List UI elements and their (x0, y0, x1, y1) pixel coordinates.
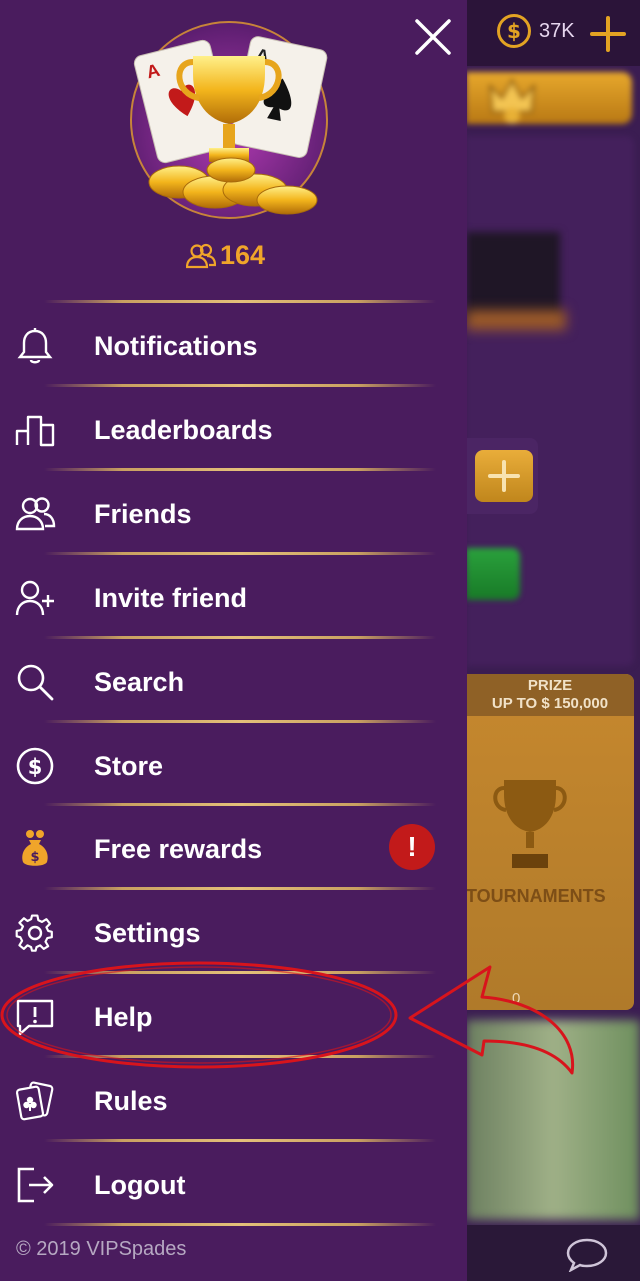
menu-item-leaderboards[interactable]: Leaderboards (0, 388, 467, 472)
blurred-image (466, 232, 560, 322)
money-bag-icon: $ (22, 830, 48, 866)
prize-amount: UP TO $ 150,000 (491, 695, 609, 712)
menu-item-help[interactable]: Help (0, 975, 467, 1059)
tournament-players-count: 0 (512, 990, 521, 1007)
coin-balance[interactable]: $ 37K (497, 14, 575, 48)
prize-header: PRIZE UP TO $ 150,000 (466, 674, 634, 716)
menu-label: Settings (94, 917, 201, 948)
svg-text:$: $ (30, 850, 39, 865)
cards-icon (15, 1081, 54, 1121)
prize-label: PRIZE (527, 677, 573, 694)
add-user-icon (15, 580, 54, 616)
plus-button[interactable] (475, 450, 533, 502)
green-button[interactable] (466, 548, 520, 600)
menu-item-notifications[interactable]: Notifications (0, 304, 467, 388)
search-icon (17, 664, 54, 701)
menu-label: Help (94, 1001, 153, 1032)
chat-icon[interactable] (566, 1238, 608, 1272)
tournaments-label: TOURNAMENTS (466, 886, 606, 906)
menu-item-settings[interactable]: Settings (0, 891, 467, 975)
svg-text:$: $ (28, 755, 43, 779)
tournaments-card[interactable]: PRIZE UP TO $ 150,000 TOURNAMENTS 0 (466, 674, 634, 1010)
trophy-icon (493, 780, 567, 868)
menu-label: Rules (94, 1085, 168, 1116)
menu-label: Friends (94, 498, 192, 529)
feedback-icon (16, 999, 54, 1036)
logout-icon (17, 1167, 54, 1203)
friends-icon (15, 497, 56, 531)
menu-item-search[interactable]: Search (0, 640, 467, 724)
menu-item-rules[interactable]: Rules (0, 1059, 467, 1143)
friends-icon (186, 243, 216, 268)
side-drawer: A A 164 Notifications Leaderboards Frien… (0, 0, 467, 1281)
copyright-text: © 2019 VIPSpades (16, 1238, 187, 1260)
menu-item-logout[interactable]: Logout (0, 1143, 467, 1227)
menu-label: Search (94, 666, 185, 697)
dollar-coin-icon: $ (16, 747, 54, 785)
coin-amount: 37K (539, 19, 575, 42)
plus-icon (488, 460, 520, 492)
friends-counter: 164 (186, 240, 265, 271)
friends-count-value: 164 (220, 240, 266, 270)
coin-icon: $ (497, 14, 531, 48)
menu-label: Store (94, 750, 164, 781)
add-coins-button[interactable] (590, 16, 626, 52)
divider (44, 300, 436, 303)
leaderboard-icon (15, 415, 55, 447)
gear-icon (15, 914, 53, 952)
trophy-cards-emblem: A A (130, 21, 328, 219)
crown-banner[interactable] (466, 72, 632, 124)
blurred-label (466, 310, 566, 330)
menu-label: Leaderboards (94, 414, 273, 445)
bell-icon (17, 328, 53, 364)
blurred-photo (466, 1020, 640, 1220)
menu-label: Logout (94, 1169, 186, 1200)
alert-badge: ! (389, 824, 435, 870)
menu-item-store[interactable]: $ Store (0, 724, 467, 808)
menu-item-friends[interactable]: Friends (0, 472, 467, 556)
crown-icon (488, 77, 536, 124)
close-button[interactable] (412, 16, 454, 58)
bottom-bar (466, 1225, 640, 1281)
menu-label: Invite friend (94, 582, 248, 613)
menu-label: Free rewards (94, 833, 263, 864)
menu-label: Notifications (94, 330, 258, 361)
menu-item-invite-friend[interactable]: Invite friend (0, 556, 467, 640)
